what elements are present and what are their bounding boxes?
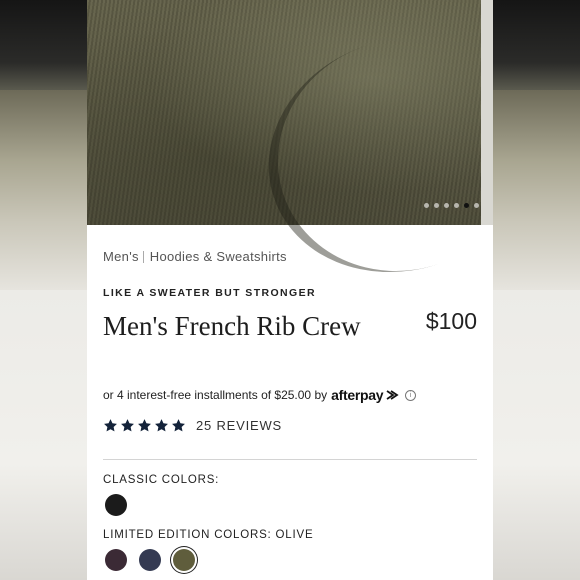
star-icon (121, 419, 134, 432)
carousel-dot[interactable] (424, 203, 429, 208)
breadcrumb: Men's Hoodies & Sweatshirts (103, 249, 287, 264)
star-icon (172, 419, 185, 432)
carousel-dot[interactable] (444, 203, 449, 208)
image-shade (87, 0, 493, 225)
classic-colors-label: CLASSIC COLORS: (103, 474, 220, 486)
star-icon (155, 419, 168, 432)
rating-stars (103, 418, 186, 433)
color-swatch-olive[interactable] (173, 549, 195, 571)
limited-colors-label: LIMITED EDITION COLORS: OLIVE (103, 529, 314, 541)
star-icon (104, 419, 117, 432)
product-card: Men's Hoodies & Sweatshirts LIKE A SWEAT… (87, 0, 493, 580)
star-icon (138, 419, 151, 432)
info-icon[interactable]: i (405, 389, 417, 401)
afterpay-arrows-icon (384, 389, 400, 401)
carousel-dot[interactable] (434, 203, 439, 208)
breadcrumb-separator (142, 250, 144, 263)
product-tagline: LIKE A SWEATER BUT STRONGER (103, 287, 316, 299)
color-swatch-navy[interactable] (139, 549, 161, 571)
carousel-dot[interactable] (474, 203, 479, 208)
color-swatch-plum[interactable] (105, 549, 127, 571)
product-price: $100 (425, 308, 477, 334)
carousel-dot[interactable] (454, 203, 459, 208)
product-title: Men's French Rib Crew (103, 311, 361, 341)
divider (103, 459, 477, 460)
reviews-link[interactable]: 25 REVIEWS (196, 418, 282, 433)
breadcrumb-link-mens[interactable]: Men's (103, 249, 139, 264)
product-image[interactable] (87, 0, 493, 307)
carousel-dot-active[interactable] (464, 203, 469, 208)
breadcrumb-link-category[interactable]: Hoodies & Sweatshirts (150, 249, 287, 264)
installments-text: or 4 interest-free installments of $25.0… (103, 388, 328, 402)
carousel-dots (424, 203, 479, 208)
product-rating[interactable]: 25 REVIEWS (103, 418, 282, 433)
installments-info: or 4 interest-free installments of $25.0… (103, 387, 417, 403)
afterpay-logo: afterpay (331, 387, 384, 403)
image-edge (481, 0, 493, 225)
color-swatch-black[interactable] (105, 494, 127, 516)
